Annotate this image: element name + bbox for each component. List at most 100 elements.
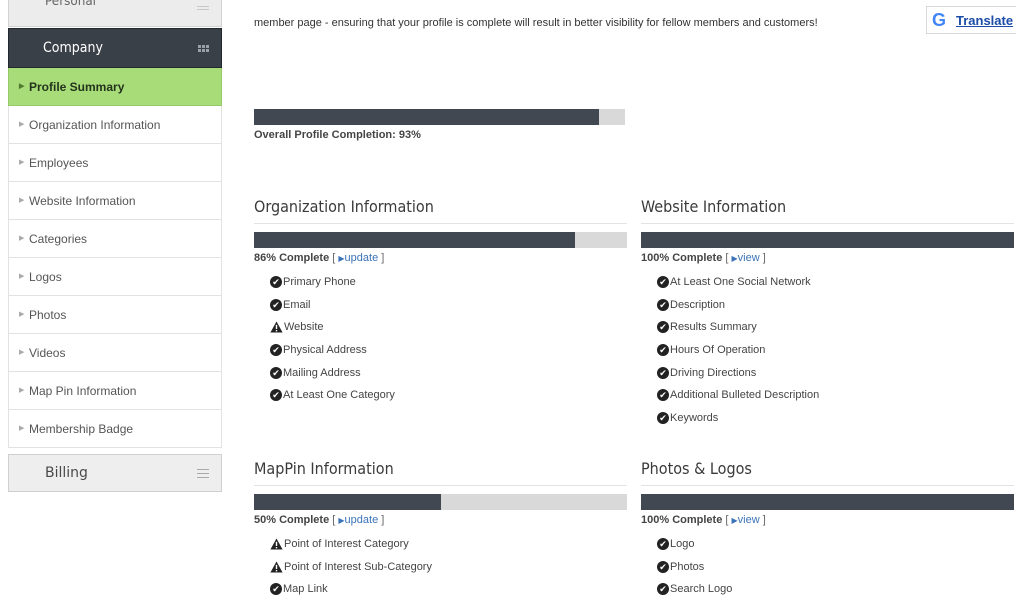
section-status: 100% Complete [ ▶view ] [641,252,1014,264]
sidebar-section-personal[interactable]: Personal [8,0,222,27]
sidebar-item-map-pin-information[interactable]: ▶ Map Pin Information [8,372,222,410]
sidebar: Personal Company ▶ Profile Summary ▶ Organi… [8,0,222,492]
sidebar-item-employees[interactable]: ▶ Employees [8,144,222,182]
checklist-item: ✔ Description [657,298,1014,322]
checklist-item-label: Point of Interest Category [284,538,409,550]
sidebar-item-label: Map Pin Information [29,384,137,398]
section-view-link[interactable]: view [738,514,760,526]
intro-text: member page - ensuring that your profile… [254,17,818,29]
sidebar-item-label: Profile Summary [29,80,125,94]
check-circle-icon: ✔ [270,276,282,288]
chevron-right-icon: ▶ [19,425,25,432]
completion-percent: 100% Complete [641,514,723,526]
sidebar-item-label: Categories [29,232,88,246]
checklist-item: ✔ Keywords [657,412,1014,435]
chevron-right-icon: ▶ [19,311,25,318]
bracket-close: ] [381,514,385,526]
sidebar-item-photos[interactable]: ▶ Photos [8,296,222,334]
checklist-item-label: Primary Phone [283,276,356,288]
checklist-item: ✔ Mailing Address [270,366,627,390]
sidebar-item-logos[interactable]: ▶ Logos [8,258,222,296]
checklist-item: ✔ Results Summary [657,321,1014,344]
checklist-item-label: Website [284,321,324,334]
sidebar-item-label: Membership Badge [29,422,134,436]
sidebar-item-label: Logos [29,270,62,284]
sidebar-item-categories[interactable]: ▶ Categories [8,220,222,258]
sidebar-item-website-information[interactable]: ▶ Website Information [8,182,222,220]
checklist-item: ✔ Search Logo [657,583,1014,606]
translate-link[interactable]: Translate [956,13,1013,28]
section-title: Photos & Logos [641,459,1014,486]
section-progress-fill [641,494,1014,510]
section-title: Website Information [641,197,1014,224]
check-circle-icon: ✔ [270,344,282,357]
checklist-item-label: At Least One Social Network [670,276,811,288]
section-status: 86% Complete [ ▶update ] [254,252,627,264]
check-circle-icon: ✔ [657,583,669,596]
sidebar-item-label: Photos [29,308,67,322]
checklist: Point of Interest Category Point of Inter… [270,538,627,606]
section-view-link[interactable]: view [738,252,760,264]
section-progress-bar [641,494,1014,510]
check-circle-icon: ✔ [657,321,669,334]
warning-triangle-icon [270,321,283,333]
checklist-item-label: Keywords [670,412,719,425]
sidebar-item-videos[interactable]: ▶ Videos [8,334,222,372]
section-status: 50% Complete [ ▶update ] [254,514,627,526]
sidebar-item-profile-summary[interactable]: ▶ Profile Summary [8,68,222,106]
menu-icon [197,6,209,10]
sidebar-item-membership-badge[interactable]: ▶ Membership Badge [8,410,222,448]
checklist-item-label: Additional Bulleted Description [670,389,820,402]
completion-percent: 100% Complete [641,252,723,264]
checklist-item-label: Photos [670,560,705,573]
sidebar-item-organization-information[interactable]: ▶ Organization Information [8,106,222,144]
checklist-item: Website [270,321,627,344]
checklist-item: ✔ Logo [657,538,1014,561]
overall-progress-bar [254,109,625,125]
checklist-item-label: Logo [670,538,695,550]
sidebar-section-label: Company [43,40,103,56]
checklist-item: ✔ Map Link [270,583,627,606]
checklist-item: Point of Interest Sub-Category [270,561,627,584]
check-circle-icon: ✔ [657,560,669,573]
bracket-close: ] [762,514,766,526]
section-organization-information: Organization Information 86% Complete [ ▶… [254,197,627,412]
translate-button[interactable]: G Translate [926,6,1016,34]
section-title: Organization Information [254,197,627,224]
section-website-information: Website Information 100% Complete [ ▶view… [641,197,1014,435]
check-circle-icon: ✔ [270,583,282,596]
chevron-right-icon: ▶ [19,197,25,204]
check-circle-icon: ✔ [270,389,282,402]
section-progress-bar [254,232,627,248]
completion-percent: 86% Complete [254,252,330,264]
bracket-open: [ [332,514,336,526]
google-g-icon: G [932,10,947,30]
section-update-link[interactable]: update [345,514,379,526]
checklist-item-label: Driving Directions [670,366,757,379]
section-photos-logos: Photos & Logos 100% Complete [ ▶view ] ✔ Lo… [641,459,1014,606]
sidebar-section-billing[interactable]: Billing [8,454,222,492]
checklist-item: ✔ At Least One Category [270,389,627,412]
checklist-item-label: Mailing Address [283,366,361,379]
checklist-item: ✔ Hours Of Operation [657,344,1014,367]
section-update-link[interactable]: update [345,252,379,264]
sidebar-section-label: Personal [45,0,97,8]
checklist-item-label: Description [670,298,726,311]
checklist-item: ✔ Physical Address [270,344,627,367]
sidebar-items: ▶ Profile Summary ▶ Organization Informatio… [8,68,222,448]
check-circle-icon: ✔ [657,366,669,379]
warning-triangle-icon [270,538,283,550]
section-progress-fill [254,494,441,510]
checklist-item-label: Physical Address [283,344,367,357]
checklist-item-label: Map Link [283,583,328,596]
bracket-close: ] [762,252,766,264]
sidebar-section-company[interactable]: Company [8,28,222,68]
section-status: 100% Complete [ ▶view ] [641,514,1014,526]
check-circle-icon: ✔ [270,298,282,311]
bracket-close: ] [381,252,385,264]
bracket-open: [ [332,252,336,264]
checklist-item-label: Results Summary [670,321,757,334]
sidebar-item-label: Organization Information [29,118,161,132]
section-progress-fill [254,232,575,248]
checklist-item: ✔ Driving Directions [657,366,1014,390]
